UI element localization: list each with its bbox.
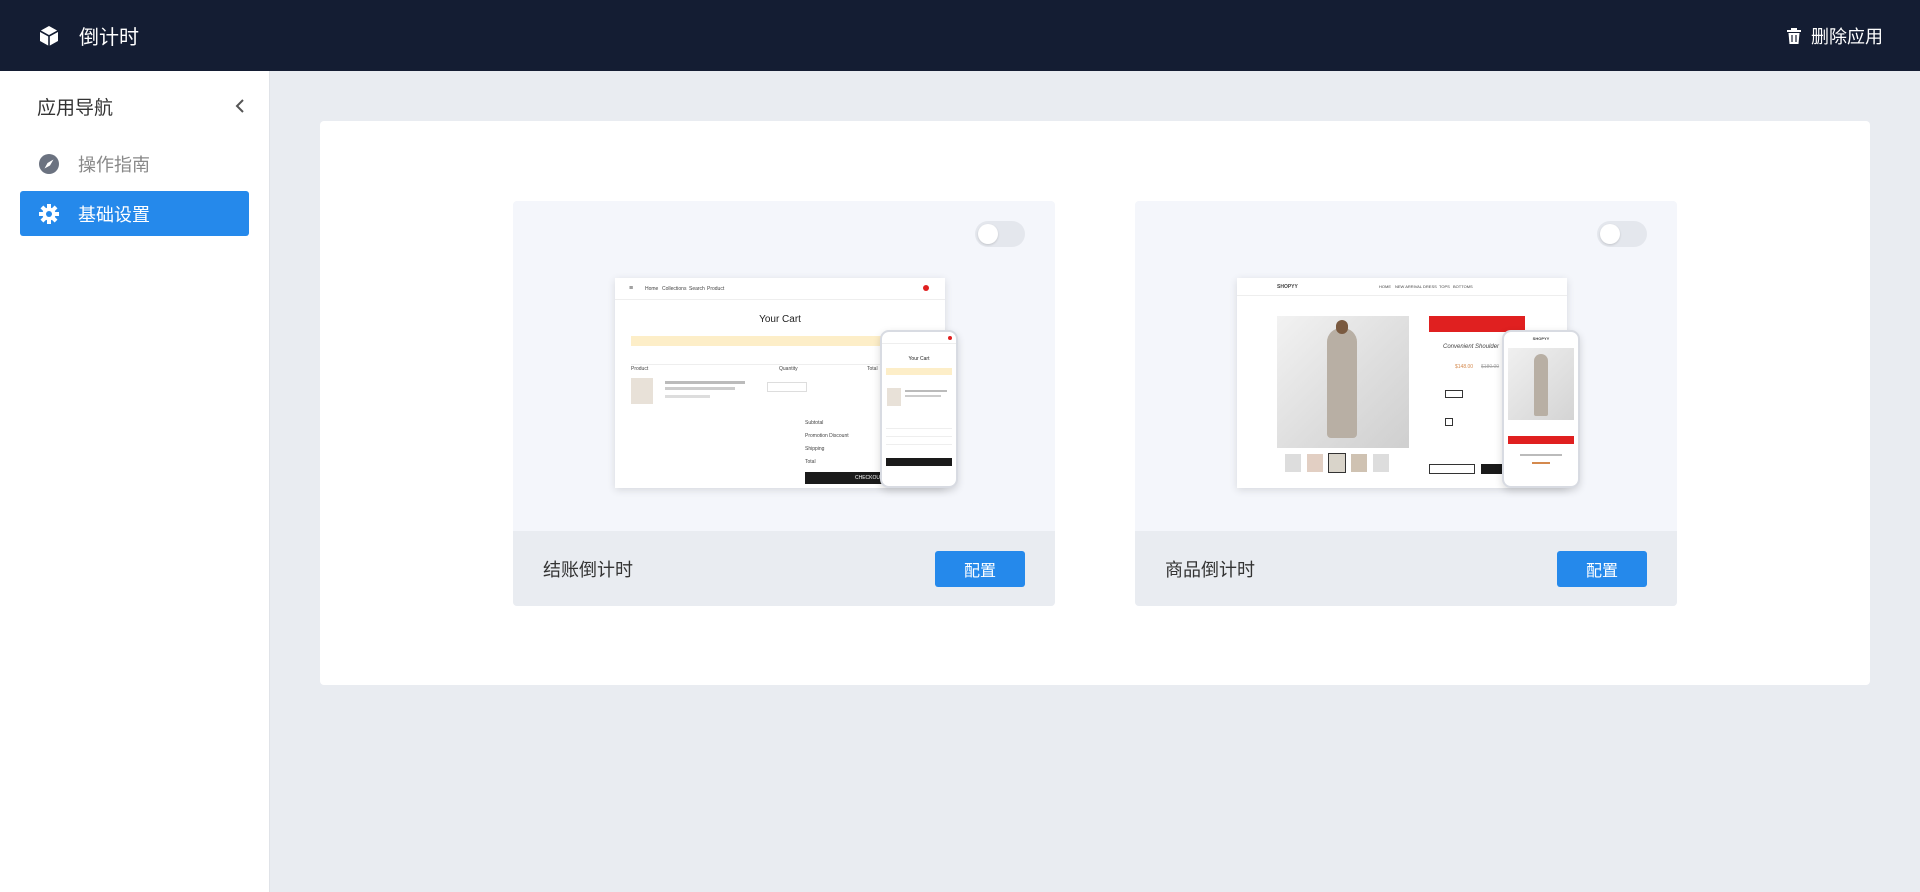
mock-shipping: Shipping	[805, 446, 825, 452]
sidebar-item-label: 基础设置	[78, 204, 150, 226]
mock-total: Total	[805, 459, 816, 465]
configure-button[interactable]: 配置	[935, 550, 1025, 587]
mock-nav-dress: DRESS	[1423, 284, 1437, 289]
feature-card-product: SHOPYY HOME NEW ARRIVAL DRESS TOPS BOTTO…	[1135, 201, 1677, 606]
feature-card-checkout: ≡ Home Collections Search Product Your C…	[513, 201, 1055, 606]
mock-promotion: Promotion Discount	[805, 433, 849, 439]
feature-title: 商品倒计时	[1165, 559, 1255, 581]
phone-product-mock: SHOPYY	[1502, 330, 1580, 488]
product-countdown-toggle[interactable]	[1597, 221, 1647, 247]
mock-cart-title: Your Cart	[759, 314, 801, 325]
gear-icon	[38, 203, 60, 225]
mock-shop-logo: SHOPYY	[1277, 284, 1298, 290]
mock-nav-new-arrival: NEW ARRIVAL	[1395, 284, 1423, 289]
mock-phone-title: Your Cart	[908, 356, 930, 362]
cube-icon	[37, 24, 61, 48]
mock-nav-home: Home	[645, 286, 659, 292]
feature-footer: 结账倒计时 配置	[513, 531, 1055, 606]
feature-footer: 商品倒计时 配置	[1135, 531, 1677, 606]
compass-icon	[38, 153, 60, 175]
mock-phone-logo: SHOPYY	[1532, 336, 1550, 341]
feature-title: 结账倒计时	[543, 559, 633, 581]
delete-app-label: 删除应用	[1811, 26, 1883, 48]
sidebar-item-settings[interactable]: 基础设置	[20, 191, 249, 236]
sidebar-heading: 应用导航	[37, 96, 114, 119]
mock-nav-bottoms: BOTTOMS	[1453, 284, 1473, 289]
mock-product-name: Convenient Shoulder	[1443, 344, 1500, 350]
mock-col-total: Total	[867, 366, 878, 372]
product-preview-image: SHOPYY HOME NEW ARRIVAL DRESS TOPS BOTTO…	[1135, 201, 1677, 531]
mock-col-quantity: Quantity	[779, 366, 798, 372]
checkout-preview-image: ≡ Home Collections Search Product Your C…	[513, 201, 1055, 531]
mock-price: $148.00	[1455, 364, 1474, 370]
mock-nav-home: HOME	[1379, 284, 1391, 289]
sidebar-item-label: 操作指南	[78, 154, 150, 176]
configure-button[interactable]: 配置	[1557, 550, 1647, 587]
delete-app-button[interactable]: 删除应用	[1785, 23, 1883, 49]
chevron-left-icon[interactable]	[231, 97, 249, 115]
sidebar-header: 应用导航	[0, 71, 269, 141]
phone-cart-mock: Your Cart	[880, 330, 958, 488]
app-title: 倒计时	[79, 25, 139, 49]
mock-nav-collections: Collections	[662, 286, 687, 292]
mock-nav-product: Product	[707, 286, 725, 292]
mock-nav-search: Search	[689, 286, 705, 292]
checkout-countdown-toggle[interactable]	[975, 221, 1025, 247]
mock-old-price: $180.00	[1481, 364, 1500, 370]
app-brand: 倒计时	[37, 21, 139, 50]
mock-col-product: Product	[631, 366, 649, 372]
main-card: ≡ Home Collections Search Product Your C…	[320, 121, 1870, 685]
sidebar: 应用导航 操作指南 基础设置	[0, 71, 270, 892]
mock-nav-tops: TOPS	[1439, 284, 1450, 289]
trash-icon	[1785, 27, 1803, 45]
mock-subtotal: Subtotal	[805, 420, 824, 426]
sidebar-item-guide[interactable]: 操作指南	[20, 141, 249, 186]
top-bar: 倒计时 删除应用	[0, 0, 1920, 71]
